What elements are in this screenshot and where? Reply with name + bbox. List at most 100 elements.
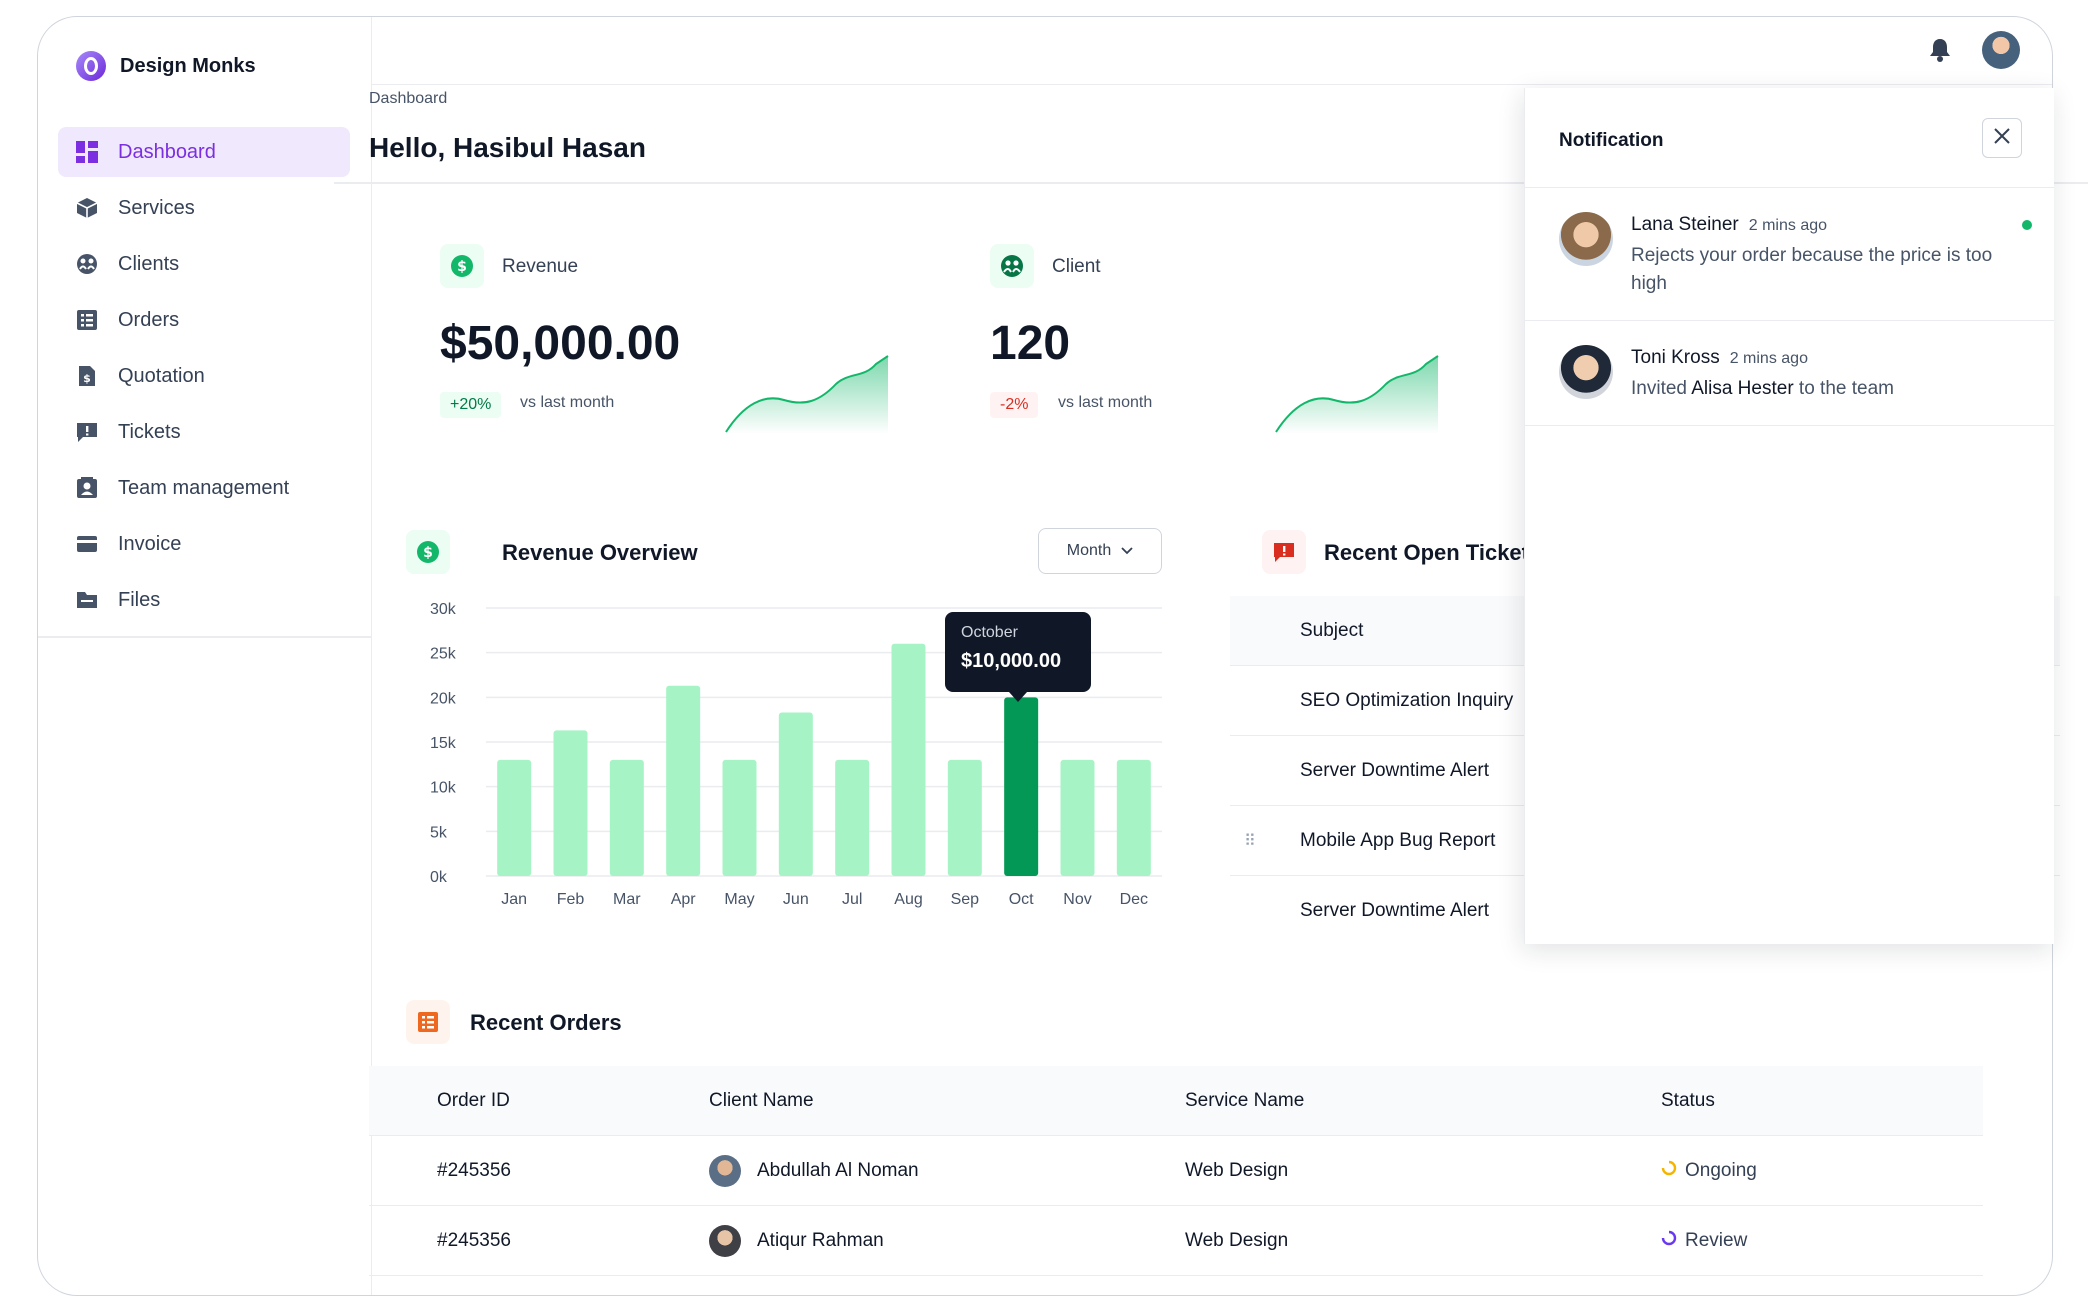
column-header-subject: Subject <box>1300 619 1364 641</box>
sidebar-item-tickets[interactable]: Tickets <box>58 407 350 457</box>
close-button[interactable] <box>1982 118 2022 158</box>
x-tick-label: Oct <box>1009 891 1034 908</box>
x-tick-label: Dec <box>1120 891 1148 908</box>
recent-tickets-title: Recent Open Tickets <box>1324 540 1542 565</box>
brand[interactable]: Design Monks <box>76 51 256 81</box>
brand-name: Design Monks <box>120 54 256 77</box>
drag-handle-icon[interactable]: ⠿ <box>1244 831 1256 851</box>
chart-tooltip: October $10,000.00 <box>945 612 1091 702</box>
notification-sender: Toni Kross <box>1631 347 1720 368</box>
ticket-subject: Server Downtime Alert <box>1300 759 1490 781</box>
tooltip-value: $10,000.00 <box>961 650 1062 672</box>
column-header-client-name: Client Name <box>709 1089 814 1111</box>
notification-time: 2 mins ago <box>1729 350 1808 367</box>
sidebar-item-label: Invoice <box>118 532 182 555</box>
sidebar-item-label: Orders <box>118 308 180 331</box>
y-tick-label: 25k <box>430 646 457 663</box>
sidebar-item-files[interactable]: Files <box>58 575 350 625</box>
chart-bar-jun[interactable] <box>778 712 813 876</box>
chart-bar-dec[interactable] <box>1116 759 1151 876</box>
bell-icon[interactable] <box>1928 37 1952 63</box>
dollar-icon: $ <box>440 244 484 288</box>
avatar <box>709 1154 741 1187</box>
svg-text:$: $ <box>457 259 467 275</box>
revenue-overview-title: Revenue Overview <box>502 540 698 565</box>
svg-text:$: $ <box>423 545 433 561</box>
notification-item[interactable]: Lana Steiner 2 mins ago Rejects your orde… <box>1525 188 2054 321</box>
x-tick-label: May <box>724 891 754 908</box>
sidebar-item-label: Clients <box>118 252 180 275</box>
orders-icon <box>406 1000 450 1044</box>
tooltip-label: October <box>961 624 1018 641</box>
chart-bar-jul[interactable] <box>835 759 870 876</box>
column-header-status: Status <box>1661 1089 1715 1111</box>
chart-bar-oct[interactable] <box>1004 697 1039 876</box>
svg-text:$: $ <box>83 372 91 385</box>
sidebar-item-label: Services <box>118 196 195 219</box>
status-ongoing-icon <box>1661 1160 1677 1182</box>
status-badge: Ongoing <box>1661 1160 1757 1182</box>
chart-bar-jan[interactable] <box>497 759 532 876</box>
order-id: #245356 <box>437 1159 511 1181</box>
team-icon <box>76 477 98 499</box>
client-name: Atiqur Rahman <box>757 1229 884 1251</box>
orders-icon <box>76 309 98 331</box>
avatar <box>1559 345 1613 399</box>
dollar-icon: $ <box>406 530 450 574</box>
chevron-down-icon <box>1121 542 1133 560</box>
revenue-compare-text: vs last month <box>520 394 615 411</box>
tickets-icon <box>76 421 98 443</box>
client-cell: Atiqur Rahman <box>709 1224 884 1257</box>
table-row[interactable]: #245356 Atiqur Rahman Web Design Review <box>369 1206 1983 1276</box>
table-row[interactable]: #245356 Abdullah Al Noman Web Design Ong… <box>369 1136 1983 1206</box>
page-title: Hello, Hasibul Hasan <box>369 132 646 163</box>
sidebar-item-orders[interactable]: Orders <box>58 295 350 345</box>
status-review-icon <box>1661 1230 1677 1252</box>
chart-bar-may[interactable] <box>722 759 757 876</box>
breadcrumb[interactable]: Dashboard <box>369 90 447 108</box>
x-tick-label: Nov <box>1063 891 1091 908</box>
dashboard-icon <box>76 141 98 163</box>
sidebar-item-label: Quotation <box>118 364 205 387</box>
service-name: Web Design <box>1185 1229 1289 1251</box>
status-badge: Review <box>1661 1230 1747 1252</box>
chart-bar-sep[interactable] <box>947 759 982 876</box>
sidebar-item-invoice[interactable]: Invoice <box>58 519 350 569</box>
sidebar-item-team-management[interactable]: Team management <box>58 463 350 513</box>
notification-title: Notification <box>1559 130 1664 151</box>
y-tick-label: 20k <box>430 690 457 707</box>
client-sparkline <box>1275 355 1439 434</box>
quotation-icon: $ <box>76 365 98 387</box>
message-highlight: Alisa Hester <box>1691 378 1794 399</box>
avatar <box>1559 212 1613 266</box>
y-tick-label: 15k <box>430 735 457 752</box>
user-avatar[interactable] <box>1982 31 2020 69</box>
sidebar-item-quotation[interactable]: $ Quotation <box>58 351 350 401</box>
notification-panel: Notification Lana Steiner 2 mins ago Reje… <box>1524 88 2054 944</box>
sidebar-divider <box>38 636 372 638</box>
period-dropdown[interactable]: Month <box>1038 528 1162 574</box>
chart-bar-aug[interactable] <box>891 643 926 876</box>
client-label: Client <box>1052 256 1101 277</box>
notification-message: Invited Alisa Hester to the team <box>1631 375 2014 403</box>
y-tick-label: 30k <box>430 601 457 618</box>
sidebar-item-services[interactable]: Services <box>58 183 350 233</box>
chart-bar-apr[interactable] <box>666 685 701 876</box>
chart-bar-mar[interactable] <box>609 759 644 876</box>
notification-time: 2 mins ago <box>1748 217 1828 234</box>
sidebar-item-label: Files <box>118 588 161 611</box>
x-tick-label: Sep <box>951 891 980 908</box>
sidebar-item-clients[interactable]: Clients <box>58 239 350 289</box>
invoice-icon <box>76 533 98 555</box>
notification-item[interactable]: Toni Kross 2 mins ago Invited Alisa Heste… <box>1525 321 2054 426</box>
clients-icon <box>990 244 1034 288</box>
x-tick-label: Apr <box>671 891 697 908</box>
chart-bar-feb[interactable] <box>553 730 588 876</box>
revenue-change-badge: +20% <box>440 392 502 418</box>
status-text: Ongoing <box>1685 1159 1757 1181</box>
sidebar-item-dashboard[interactable]: Dashboard <box>58 127 350 177</box>
client-change-badge: -2% <box>990 392 1039 418</box>
client-compare-text: vs last month <box>1058 394 1153 411</box>
chart-bar-nov[interactable] <box>1060 759 1095 876</box>
order-id: #245356 <box>437 1229 511 1251</box>
